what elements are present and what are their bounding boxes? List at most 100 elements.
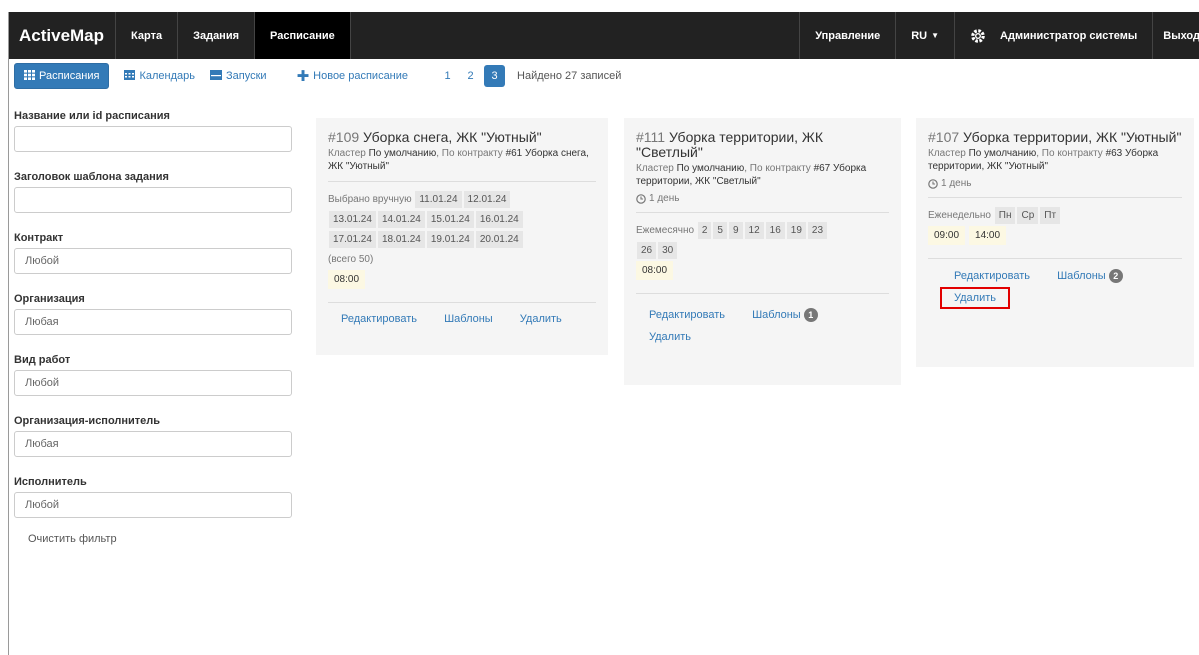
dates-total: (всего 50) [328,254,374,265]
date-tag: 11.01.24 [415,191,462,208]
org-filter-select[interactable]: Любая [14,309,292,335]
card-title[interactable]: #107 Уборка территории, ЖК "Уютный" [928,130,1182,145]
cluster-prefix: Кластер [928,148,966,159]
edit-link[interactable]: Редактировать [341,313,417,325]
edit-link[interactable]: Редактировать [649,304,725,326]
nav-item-map[interactable]: Карта [116,12,179,59]
divider [928,197,1182,198]
schedule-id: #107 [928,129,960,145]
schedule-title: Уборка снега, ЖК "Уютный" [363,129,542,145]
card-meta: Кластер По умолчанию, По контракту #63 У… [928,147,1182,173]
executor-filter-select[interactable]: Любой [14,492,292,518]
day-tag: 2 [697,222,712,239]
gear-icon [970,28,986,44]
day-tag: 30 [658,242,678,259]
card-meta: Кластер По умолчанию, По контракту #67 У… [636,162,889,188]
card-title[interactable]: #111 Уборка территории, ЖК "Светлый" [636,130,889,160]
nav-item-manage[interactable]: Управление [800,12,897,59]
card-actions: Редактировать Шаблоны Удалить [328,302,596,333]
divider [636,212,889,213]
name-filter-input[interactable] [14,126,292,152]
delete-link[interactable]: Удалить [940,287,1010,309]
day-tag: 19 [786,222,806,239]
cluster-name: По умолчанию [368,148,437,159]
pagination: 1 2 3 [438,65,509,87]
day-tag: 26 [637,242,657,259]
cluster-name: По умолчанию [676,163,745,174]
top-navbar: ActiveMap Карта Задания Расписание Управ… [9,12,1199,59]
templates-link[interactable]: Шаблоны 2 [1057,269,1123,283]
runs-link[interactable]: Запуски [210,69,267,83]
template-filter-input[interactable] [14,187,292,213]
templates-link[interactable]: Шаблоны [444,313,493,325]
page-1-link[interactable]: 1 [438,70,457,82]
schedule-id: #109 [328,129,360,145]
new-schedule-label: Новое расписание [313,70,409,82]
day-tag: 23 [807,222,828,239]
card-title[interactable]: #109 Уборка снега, ЖК "Уютный" [328,130,596,145]
templates-link[interactable]: Шаблоны 1 [752,304,818,326]
schedule-days: Еженедельно Пн Ср Пт 09:00 14:00 [928,206,1182,246]
language-dropdown[interactable]: RU ▼ [896,12,956,59]
schedule-title: Уборка территории, ЖК "Уютный" [963,129,1182,145]
cluster-name: По умолчанию [968,148,1037,159]
time-tag: 08:00 [636,261,674,280]
date-tag: 16.01.24 [475,211,523,228]
templates-label: Шаблоны [1057,270,1106,282]
brand-logo[interactable]: ActiveMap [9,12,117,59]
edit-link[interactable]: Редактировать [954,270,1030,282]
clock-icon [636,193,646,204]
template-filter-label: Заголовок шаблона задания [14,171,169,183]
runs-icon [210,69,223,83]
time-tag: 09:00 [928,226,966,245]
schedule-days: Ежемесячно 2 5 9 12 16 19 23 26 30 08:00 [636,221,889,281]
clear-filter-button[interactable]: Очистить фильтр [28,533,292,545]
work-type-filter-label: Вид работ [14,354,71,366]
delete-link[interactable]: Удалить [649,326,691,348]
page-2-link[interactable]: 2 [461,70,480,82]
contract-filter-label: Контракт [14,232,64,244]
templates-count-badge: 1 [803,308,818,322]
delete-link[interactable]: Удалить [520,313,562,325]
time-tag: 14:00 [969,226,1007,245]
date-tag: 14.01.24 [377,211,425,228]
nav-item-tasks[interactable]: Задания [178,12,256,59]
exec-org-filter-select[interactable]: Любая [14,431,292,457]
calendar-icon [124,69,136,83]
day-tag: 5 [713,222,727,239]
schedule-mode: Ежемесячно [636,225,695,236]
work-type-filter-select[interactable]: Любой [14,370,292,396]
contract-prefix: , По контракту [744,163,811,174]
card-meta: Кластер По умолчанию, По контракту #61 У… [328,147,596,173]
calendar-label: Календарь [139,70,196,82]
new-schedule-button[interactable]: ✚ Новое расписание [297,69,408,84]
schedules-button[interactable]: Расписания [14,63,110,89]
records-found: Найдено 27 записей [517,70,622,82]
calendar-link[interactable]: Календарь [124,69,196,83]
contract-prefix: , По контракту [436,148,503,159]
logout-link[interactable]: Выход [1153,12,1199,59]
templates-count-badge: 2 [1108,269,1123,283]
date-tag: 15.01.24 [426,211,474,228]
page-3-link[interactable]: 3 [484,65,506,87]
day-tag: 12 [744,222,764,239]
contract-filter-select[interactable]: Любой [14,248,292,274]
user-menu[interactable]: Администратор системы [955,12,1154,59]
day-tag: 9 [728,222,743,239]
schedule-card-107: #107 Уборка территории, ЖК "Уютный" Клас… [916,118,1194,367]
duration: 1 день [636,193,889,204]
user-name: Администратор системы [1000,29,1138,42]
cluster-prefix: Кластер [636,163,674,174]
date-tag: 19.01.24 [426,231,474,248]
time-tag: 08:00 [328,270,366,289]
clock-icon [928,178,938,189]
day-tag: Пт [1040,207,1061,224]
schedule-dates: Выбрано вручную 11.01.24 12.01.24 13.01.2… [328,190,596,290]
nav-spacer [351,12,801,59]
duration-value: 1 день [941,178,972,189]
contract-prefix: , По контракту [1036,148,1103,159]
date-tag: 13.01.24 [329,211,376,228]
date-tag: 20.01.24 [475,231,523,248]
nav-item-schedule[interactable]: Расписание [255,12,351,59]
card-actions: Редактировать Шаблоны 2 Удалить [928,258,1182,317]
